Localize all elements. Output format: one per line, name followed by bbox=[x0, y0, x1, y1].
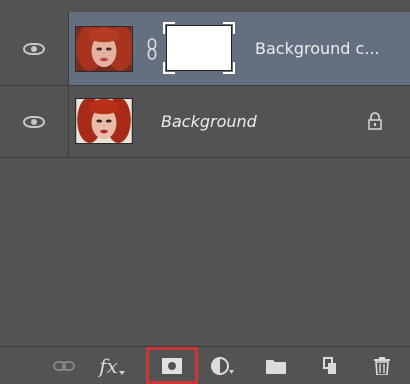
folder-icon bbox=[266, 358, 286, 374]
delete-layer-button[interactable] bbox=[362, 349, 402, 383]
portrait-thumbnail-image bbox=[76, 27, 132, 71]
fx-icon: fx bbox=[99, 354, 118, 378]
mask-selection-corner bbox=[223, 62, 235, 74]
layer-row-background-copy[interactable]: Background c... bbox=[0, 12, 410, 86]
link-layers-button[interactable] bbox=[44, 349, 84, 383]
chain-link-icon[interactable] bbox=[147, 38, 157, 60]
mask-selection-corner bbox=[163, 22, 175, 34]
trash-icon bbox=[374, 357, 390, 375]
mask-selection-corner bbox=[163, 62, 175, 74]
adjustment-layer-button[interactable] bbox=[202, 349, 242, 383]
adjustment-layer-icon bbox=[210, 356, 234, 376]
visibility-toggle[interactable] bbox=[0, 12, 69, 85]
link-layers-icon bbox=[53, 359, 75, 373]
add-layer-mask-icon bbox=[162, 357, 182, 374]
new-layer-icon bbox=[321, 357, 339, 375]
layers-toolbar: fx bbox=[0, 346, 410, 384]
layer-thumbnail bbox=[75, 98, 133, 144]
add-layer-mask-button[interactable] bbox=[146, 347, 198, 384]
layer-row-background[interactable]: Background bbox=[0, 86, 410, 158]
layer-content[interactable]: Background c... bbox=[69, 12, 410, 85]
layer-name[interactable]: Background c... bbox=[255, 12, 380, 85]
layers-panel: Background c... Background fx bbox=[0, 0, 410, 384]
layer-style-button[interactable]: fx bbox=[92, 349, 132, 383]
layer-name[interactable]: Background bbox=[161, 86, 257, 157]
eye-icon bbox=[23, 115, 45, 128]
eye-icon bbox=[23, 42, 45, 55]
portrait-thumbnail-image bbox=[76, 99, 132, 143]
new-group-button[interactable] bbox=[256, 349, 296, 383]
visibility-toggle[interactable] bbox=[0, 86, 69, 157]
dropdown-arrow-icon bbox=[118, 371, 125, 375]
layer-content[interactable]: Background bbox=[69, 86, 410, 157]
layer-thumbnail bbox=[75, 26, 133, 72]
new-layer-button[interactable] bbox=[310, 349, 350, 383]
lock-icon bbox=[367, 112, 383, 130]
layer-mask-thumbnail[interactable] bbox=[163, 22, 235, 74]
mask-selection-corner bbox=[223, 22, 235, 34]
